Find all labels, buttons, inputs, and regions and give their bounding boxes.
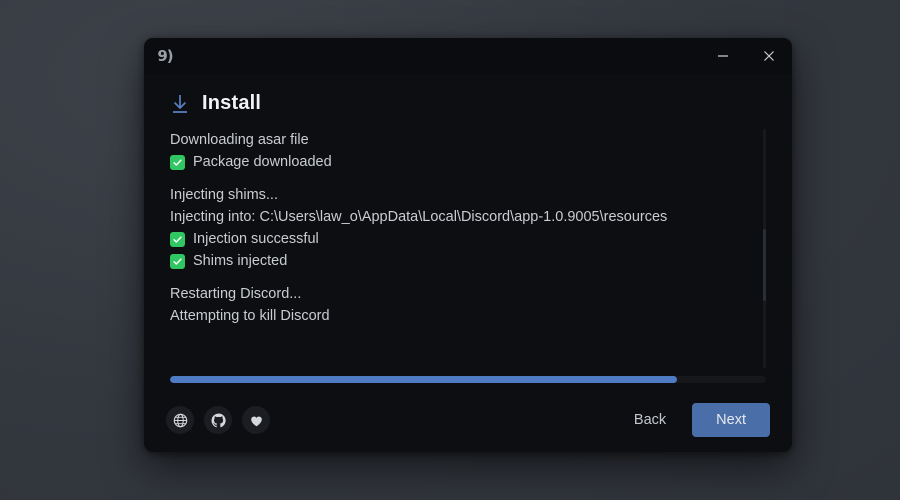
log-line-checked: Shims injected (170, 250, 752, 272)
log-text: Downloading asar file (170, 132, 309, 148)
log-text: Package downloaded (193, 154, 332, 170)
log-line: Attempting to kill Discord (170, 305, 752, 327)
log-list: Downloading asar file Package downloaded I… (170, 129, 766, 368)
minimize-button[interactable] (700, 38, 746, 74)
install-content: Install Downloading asar file Package dow… (144, 74, 792, 396)
globe-icon (173, 413, 188, 428)
log-line: Restarting Discord... (170, 283, 752, 305)
footer-bar: Back Next (144, 396, 792, 452)
progress-bar-fill (170, 376, 677, 383)
next-button[interactable]: Next (692, 403, 770, 437)
log-scrollbar-thumb[interactable] (763, 229, 766, 302)
installer-window: 9) Install Downloading asar file Package… (144, 38, 792, 452)
log-text: Injecting into: C:\Users\law_o\AppData\L… (170, 209, 668, 225)
log-line: Downloading asar file (170, 129, 752, 151)
log-line: Injecting into: C:\Users\law_o\AppData\L… (170, 206, 752, 228)
log-text: Shims injected (193, 253, 288, 269)
log-line-checked: Injection successful (170, 228, 752, 250)
progress-bar-track (170, 376, 766, 383)
log-spacer (170, 272, 752, 283)
log-line: Injecting shims... (170, 184, 752, 206)
heart-icon (249, 413, 264, 428)
log-area: Downloading asar file Package downloaded I… (170, 129, 766, 368)
github-icon (211, 413, 226, 428)
download-icon (170, 93, 190, 115)
log-spacer (170, 173, 752, 184)
title-bar[interactable]: 9) (144, 38, 792, 74)
app-logo-icon: 9) (157, 47, 173, 65)
log-text: Restarting Discord... (170, 286, 302, 302)
log-text: Injecting shims... (170, 187, 278, 203)
checkmark-icon (170, 253, 185, 269)
donate-link[interactable] (242, 406, 270, 434)
website-link[interactable] (166, 406, 194, 434)
checkmark-icon (170, 154, 185, 170)
log-text: Attempting to kill Discord (170, 308, 330, 324)
close-button[interactable] (746, 38, 792, 74)
log-text: Injection successful (193, 231, 319, 247)
log-line-checked: Package downloaded (170, 151, 752, 173)
page-header: Install (170, 92, 766, 115)
window-controls (700, 38, 792, 74)
back-button[interactable]: Back (618, 404, 682, 436)
page-title: Install (202, 92, 262, 114)
checkmark-icon (170, 231, 185, 247)
log-scrollbar-track[interactable] (763, 129, 766, 368)
github-link[interactable] (204, 406, 232, 434)
